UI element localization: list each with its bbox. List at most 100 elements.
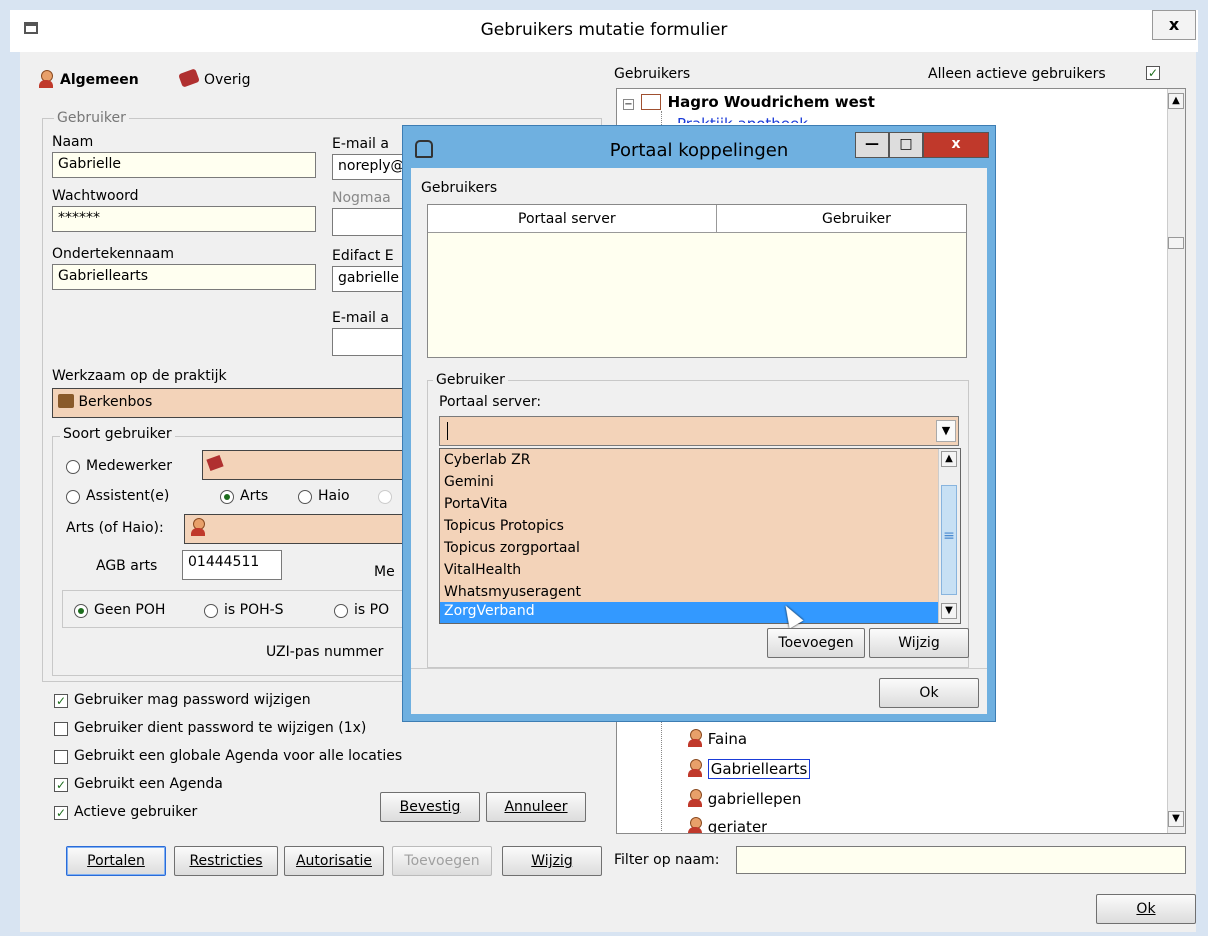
user-icon	[687, 817, 703, 833]
arts-radio[interactable]	[220, 490, 234, 504]
minimize-button[interactable]: —	[855, 132, 889, 158]
option-zorgverband[interactable]: ZorgVerband	[440, 602, 938, 623]
naam-field[interactable]: Gabrielle	[52, 152, 316, 178]
ondertekennaam-label: Ondertekennaam	[52, 246, 175, 262]
soort-group-title: Soort gebruiker	[60, 426, 175, 442]
nogmaals-field[interactable]	[332, 208, 412, 236]
grid-col-portaal[interactable]: Portaal server	[518, 211, 616, 227]
option-gemini[interactable]: Gemini	[444, 474, 494, 490]
tools-icon	[206, 454, 224, 472]
geen-poh-radio[interactable]	[74, 604, 88, 618]
arts-of-haio-field[interactable]	[184, 514, 412, 544]
scroll-thumb[interactable]: ≡	[941, 485, 957, 595]
scroll-up-icon[interactable]: ▲	[1168, 93, 1184, 109]
portaal-dialog: Portaal koppelingen — □ x Gebruikers Por…	[402, 125, 996, 722]
wachtwoord-field[interactable]: ******	[52, 206, 316, 232]
scroll-up-icon[interactable]: ▲	[941, 451, 957, 467]
building-icon	[58, 394, 74, 408]
close-button[interactable]: x	[1152, 10, 1196, 40]
edifact-field[interactable]: gabrielle	[332, 266, 412, 292]
portaal-dropdown-list[interactable]: Cyberlab ZR Gemini PortaVita Topicus Pro…	[439, 448, 961, 624]
grid-col-gebruiker[interactable]: Gebruiker	[822, 211, 891, 227]
expand-icon: −	[623, 99, 634, 110]
tree-user-gabriellearts[interactable]: Gabriellearts	[687, 759, 811, 779]
check-actieve[interactable]: ✓	[54, 806, 68, 820]
email2-field[interactable]	[332, 328, 412, 356]
chevron-down-icon[interactable]: ▼	[936, 420, 956, 442]
check-mag-password-label: Gebruiker mag password wijzigen	[74, 692, 311, 708]
check-dient-password-label: Gebruiker dient password te wijzigen (1x…	[74, 720, 367, 736]
user-icon	[38, 70, 54, 88]
wachtwoord-label: Wachtwoord	[52, 188, 139, 204]
is-poh-s-label: is POH-S	[224, 602, 284, 618]
agb-field[interactable]: 01444511	[182, 550, 282, 580]
tree-scrollbar[interactable]: ▲ ▼	[1167, 89, 1185, 833]
option-cyberlab[interactable]: Cyberlab ZR	[444, 452, 530, 468]
option-whatsmyuseragent[interactable]: Whatsmyuseragent	[444, 584, 581, 600]
filter-field[interactable]	[736, 846, 1186, 874]
check-dient-password[interactable]	[54, 722, 68, 736]
edifact-label: Edifact E	[332, 248, 394, 264]
toevoegen-button[interactable]: Toevoegen	[392, 846, 492, 876]
scroll-down-icon[interactable]: ▼	[941, 603, 957, 619]
window-title: Gebruikers mutatie formulier	[480, 20, 728, 40]
tab-overig[interactable]: Overig	[176, 66, 286, 94]
dropdown-scrollbar[interactable]: ▲ ≡ ▼	[938, 449, 960, 623]
bevestig-button[interactable]: Bevestig	[380, 792, 480, 822]
scroll-thumb[interactable]	[1168, 237, 1184, 249]
check-mag-password[interactable]: ✓	[54, 694, 68, 708]
me-label: Me	[374, 564, 395, 580]
annuleer-button[interactable]: Annuleer	[486, 792, 586, 822]
dialog-gebruikers-label: Gebruikers	[421, 180, 498, 196]
tree-user-faina[interactable]: Faina	[687, 729, 747, 748]
maximize-button[interactable]: □	[889, 132, 923, 158]
scroll-down-icon[interactable]: ▼	[1168, 811, 1184, 827]
is-poh-s-radio[interactable]	[204, 604, 218, 618]
gebruikers-label: Gebruikers	[614, 66, 691, 82]
is-po-radio[interactable]	[334, 604, 348, 618]
main-ok-button[interactable]: Ok	[1096, 894, 1196, 924]
tree-user-geriater[interactable]: geriater	[687, 817, 767, 833]
tree-root[interactable]: − Hagro Woudrichem west	[623, 93, 875, 111]
dialog-close-button[interactable]: x	[923, 132, 989, 158]
wijzig-button[interactable]: Wijzig	[502, 846, 602, 876]
tree-partial[interactable]: Praktijk apotheek	[677, 115, 808, 123]
werkzaam-field[interactable]: Berkenbos	[52, 388, 412, 418]
portaal-combo[interactable]: ▼	[439, 416, 959, 446]
koppelingen-grid[interactable]: Portaal server Gebruiker	[427, 204, 967, 358]
dialog-gebruiker-title: Gebruiker	[433, 372, 508, 388]
text-cursor	[447, 422, 448, 440]
agb-label: AGB arts	[96, 558, 158, 574]
check-agenda[interactable]: ✓	[54, 778, 68, 792]
tab-algemeen[interactable]: Algemeen	[34, 66, 144, 94]
option-vitalhealth[interactable]: VitalHealth	[444, 562, 521, 578]
dialog-ok-button[interactable]: Ok	[879, 678, 979, 708]
assistent-label: Assistent(e)	[86, 488, 170, 504]
check-globale-agenda[interactable]	[54, 750, 68, 764]
check-agenda-label: Gebruikt een Agenda	[74, 776, 223, 792]
dialog-wijzig-button[interactable]: Wijzig	[869, 628, 969, 658]
filter-label: Filter op naam:	[614, 852, 720, 868]
option-protopics[interactable]: Topicus Protopics	[444, 518, 564, 534]
arts-label: Arts	[240, 488, 269, 504]
dialog-toevoegen-button[interactable]: Toevoegen	[767, 628, 865, 658]
nogmaals-label: Nogmaa	[332, 190, 391, 206]
medewerker-field[interactable]	[202, 450, 412, 480]
ondertekennaam-field[interactable]: Gabriellearts	[52, 264, 316, 290]
main-window: Gebruikers mutatie formulier x Algemeen …	[0, 0, 1208, 936]
option-portavita[interactable]: PortaVita	[444, 496, 508, 512]
restricties-button[interactable]: Restricties	[174, 846, 278, 876]
check-globale-agenda-label: Gebruikt een globale Agenda voor alle lo…	[74, 748, 403, 764]
werkzaam-value: Berkenbos	[78, 394, 153, 410]
tree-user-gabriellepen[interactable]: gabriellepen	[687, 789, 801, 808]
portalen-button[interactable]: Portalen	[66, 846, 166, 876]
email-field[interactable]: noreply@	[332, 154, 412, 180]
other-radio[interactable]	[378, 490, 392, 504]
option-zorgportaal[interactable]: Topicus zorgportaal	[444, 540, 580, 556]
check-actieve-label: Actieve gebruiker	[74, 804, 198, 820]
haio-radio[interactable]	[298, 490, 312, 504]
medewerker-radio[interactable]	[66, 460, 80, 474]
alleen-actief-check[interactable]: ✓	[1146, 66, 1160, 80]
autorisatie-button[interactable]: Autorisatie	[284, 846, 384, 876]
assistent-radio[interactable]	[66, 490, 80, 504]
